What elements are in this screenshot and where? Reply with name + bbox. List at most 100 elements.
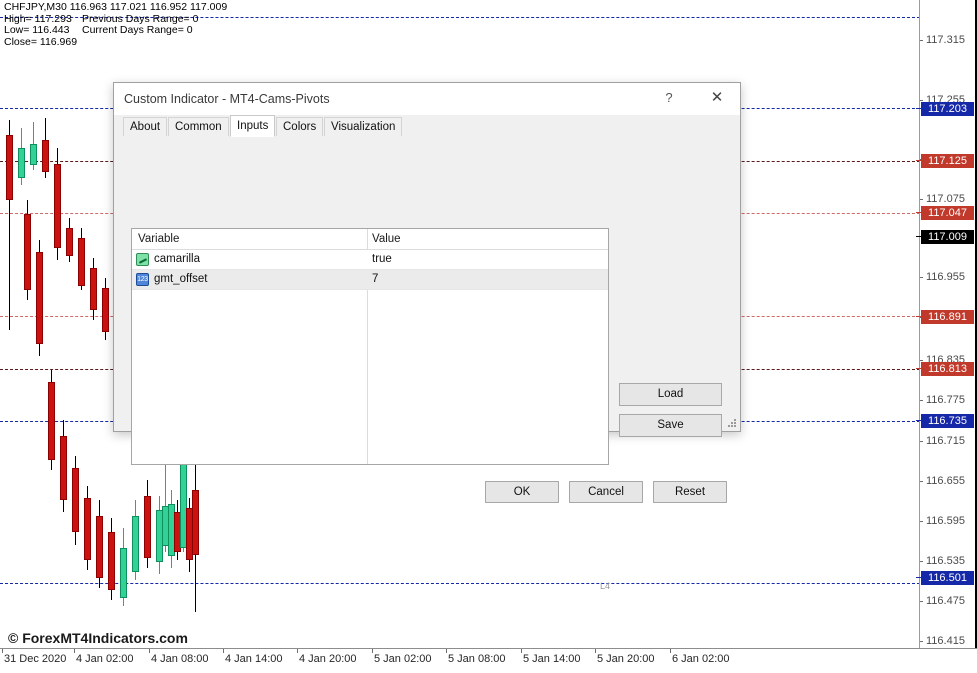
candle-body — [144, 496, 151, 558]
price-axis-tick — [920, 277, 923, 278]
chart-low-label: Low= 116.443 — [4, 25, 82, 37]
price-axis[interactable]: 117.315117.255117.195117.135117.075116.9… — [919, 0, 977, 648]
time-axis-tick — [149, 649, 150, 653]
time-axis-tick — [372, 649, 373, 653]
time-axis[interactable]: 31 Dec 20204 Jan 02:004 Jan 08:004 Jan 1… — [0, 648, 977, 673]
candle-body — [120, 548, 127, 598]
price-axis-label: 116.955 — [926, 271, 965, 283]
badge-pointer — [916, 420, 922, 421]
chart-info-header: CHFJPY,M30 116.963 117.021 116.952 117.0… — [4, 2, 227, 48]
price-axis-label: 116.535 — [926, 555, 965, 567]
time-axis-label: 5 Jan 14:00 — [523, 653, 581, 665]
chart-prev-range-label: Previous Days Range= 0 — [82, 13, 198, 25]
table-body: camarilla true 123 gmt_offset 7 — [132, 250, 608, 290]
time-axis-label: 5 Jan 02:00 — [374, 653, 432, 665]
candle-body — [102, 288, 109, 332]
watermark-text: © ForexMT4Indicators.com — [8, 630, 188, 646]
price-level-badge: 117.203 — [921, 102, 974, 116]
variable-value-cell[interactable]: true — [372, 253, 392, 265]
candle-body — [132, 516, 139, 572]
cancel-button[interactable]: Cancel — [569, 481, 643, 503]
inputs-parameter-table[interactable]: Variable Value camarilla true 123 gmt_offse… — [131, 228, 609, 465]
time-axis-label: 4 Jan 20:00 — [299, 653, 357, 665]
reset-button[interactable]: Reset — [653, 481, 727, 503]
time-axis-tick — [297, 649, 298, 653]
price-level-badge: 116.891 — [921, 310, 974, 324]
badge-pointer — [916, 316, 922, 317]
time-axis-label: 4 Jan 14:00 — [225, 653, 283, 665]
candle-body — [84, 498, 91, 560]
candle-body — [66, 228, 73, 256]
price-axis-tick — [920, 441, 923, 442]
variable-name-cell: gmt_offset — [154, 273, 208, 285]
price-level-badge: 116.735 — [921, 414, 974, 428]
save-button[interactable]: Save — [619, 414, 722, 437]
badge-pointer — [916, 368, 922, 369]
price-axis-tick — [920, 199, 923, 200]
grip-dot — [734, 422, 736, 424]
price-axis-tick — [920, 561, 923, 562]
tab-inputs[interactable]: Inputs — [230, 115, 275, 137]
tab-colors[interactable]: Colors — [276, 117, 323, 136]
time-axis-tick — [521, 649, 522, 653]
time-axis-tick — [223, 649, 224, 653]
table-row[interactable]: camarilla true — [132, 250, 608, 270]
candle-body — [54, 164, 61, 248]
ok-button[interactable]: OK — [485, 481, 559, 503]
help-icon[interactable]: ? — [654, 83, 684, 113]
column-header-value: Value — [372, 233, 401, 245]
price-axis-tick — [920, 40, 923, 41]
price-axis-label: 116.595 — [926, 515, 965, 527]
price-axis-label: 117.315 — [926, 34, 965, 46]
tab-visualization[interactable]: Visualization — [324, 117, 402, 136]
badge-pointer — [916, 108, 922, 109]
price-axis-label: 116.715 — [926, 435, 965, 447]
load-button[interactable]: Load — [619, 383, 722, 406]
int-type-icon: 123 — [136, 273, 149, 286]
candle-body — [162, 506, 169, 546]
table-header-row: Variable Value — [132, 229, 608, 250]
time-axis-tick — [595, 649, 596, 653]
price-axis-label: 116.415 — [926, 635, 965, 647]
chart-low-line: Low= 116.443Current Days Range= 0 — [4, 25, 227, 37]
dialog-tabstrip[interactable]: AboutCommonInputsColorsVisualization — [114, 115, 740, 137]
tab-common[interactable]: Common — [168, 117, 229, 136]
badge-pointer — [916, 212, 922, 213]
time-axis-label: 31 Dec 2020 — [4, 653, 66, 665]
candle-body — [192, 490, 199, 555]
grip-dot — [728, 425, 730, 427]
custom-indicator-dialog[interactable]: Custom Indicator - MT4-Cams-Pivots ? ✕ A… — [113, 82, 741, 432]
candle-body — [18, 148, 25, 178]
time-axis-tick — [670, 649, 671, 653]
close-icon[interactable]: ✕ — [694, 83, 740, 113]
variable-value-cell[interactable]: 7 — [372, 273, 378, 285]
candle-body — [30, 144, 37, 165]
variable-name-cell: camarilla — [154, 253, 200, 265]
price-axis-tick — [920, 641, 923, 642]
price-axis-label: 117.075 — [926, 193, 965, 205]
candle-body — [24, 214, 31, 290]
table-row[interactable]: 123 gmt_offset 7 — [132, 270, 608, 290]
chart-curr-range-label: Current Days Range= 0 — [82, 24, 193, 36]
grip-dot — [731, 422, 733, 424]
candle-body — [42, 140, 49, 172]
bool-type-icon — [136, 253, 149, 266]
resize-grip[interactable] — [728, 419, 737, 428]
price-level-badge: 116.501 — [921, 571, 974, 585]
price-level-badge: 117.047 — [921, 206, 974, 220]
time-axis-tick — [446, 649, 447, 653]
time-axis-tick — [74, 649, 75, 653]
candle-body — [78, 238, 85, 286]
price-axis-tick — [920, 360, 923, 361]
candle-body — [108, 532, 115, 590]
dialog-titlebar[interactable]: Custom Indicator - MT4-Cams-Pivots ? ✕ — [114, 83, 740, 115]
price-axis-label: 116.475 — [926, 595, 965, 607]
grip-dot — [734, 419, 736, 421]
badge-pointer — [916, 577, 922, 578]
tab-about[interactable]: About — [123, 117, 167, 136]
dialog-body: Variable Value camarilla true 123 gmt_offse… — [114, 136, 740, 431]
grip-dot — [731, 425, 733, 427]
price-axis-label: 116.775 — [926, 394, 965, 406]
badge-pointer — [916, 236, 922, 237]
column-header-variable: Variable — [138, 233, 179, 245]
